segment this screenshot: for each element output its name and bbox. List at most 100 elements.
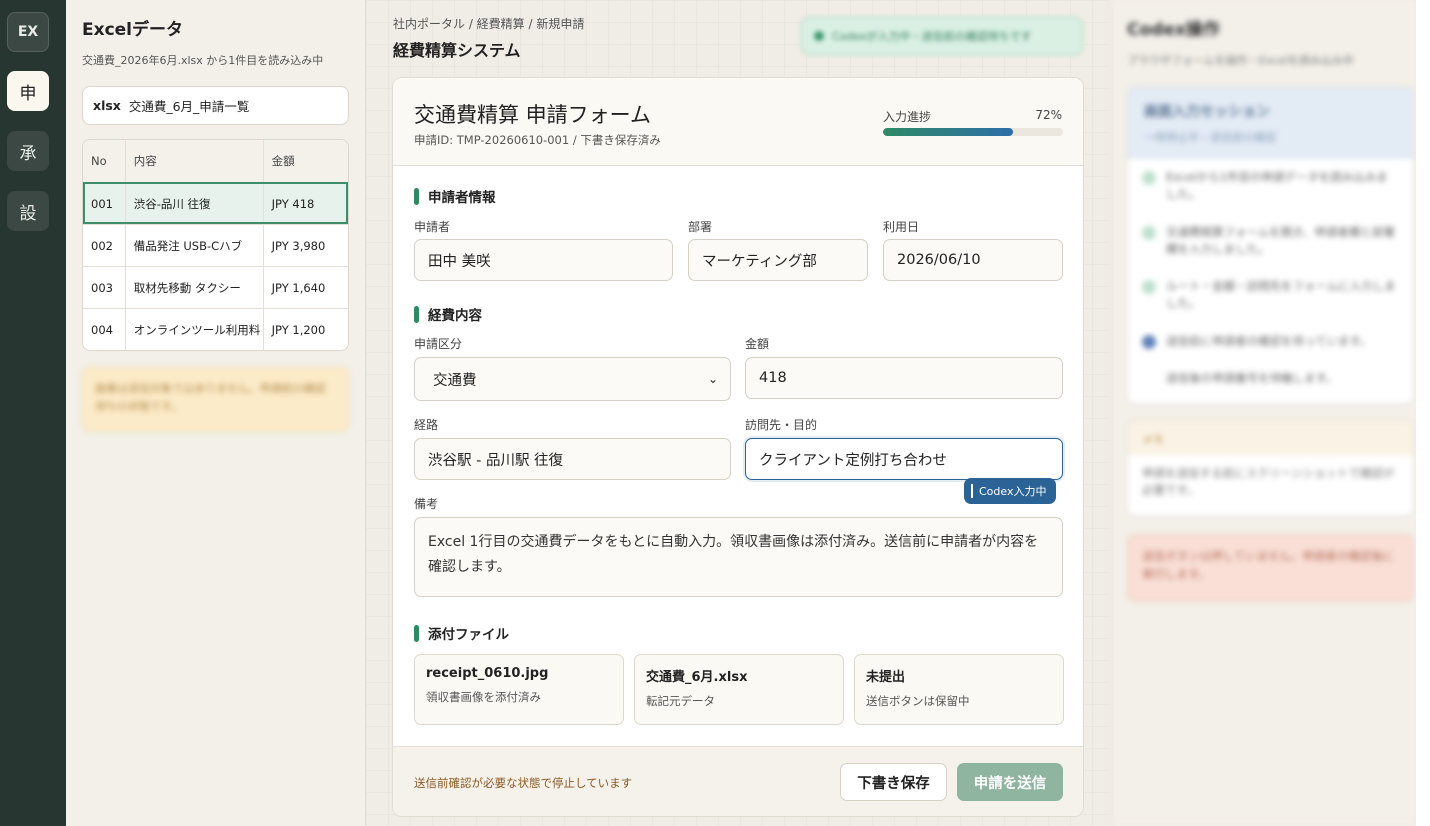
attachment-desc: 領収書画像を添付済み — [426, 690, 541, 704]
warning-card: 送信ボタンは押していません。申請者の確認後に実行します。 — [1127, 534, 1414, 602]
row-amount: JPY 418 — [262, 183, 348, 224]
category-label: 申請区分 — [414, 337, 463, 351]
column-header-content: 内容 — [124, 140, 263, 182]
progress-bar — [883, 128, 1063, 136]
save-draft-button[interactable]: 下書き保存 — [840, 763, 947, 801]
list-item: 送信前に申請者の確認を待っています。 — [1128, 323, 1413, 360]
row-content: 取材先移動 タクシー — [124, 267, 263, 308]
row-no: 004 — [91, 322, 113, 337]
file-ext-label: xlsx — [93, 98, 121, 113]
submit-button[interactable]: 申請を送信 — [957, 763, 1063, 801]
attachment-card[interactable]: 未提出 送信ボタンは保留中 — [854, 654, 1064, 725]
form-footer: 送信前確認が必要な状態で停止しています 下書き保存 申請を送信 — [393, 746, 1083, 816]
attachment-name: receipt_0610.jpg — [426, 666, 549, 681]
category-select-value: 交通費 — [433, 372, 477, 389]
applicant-label: 申請者 — [414, 220, 451, 234]
table-row[interactable]: 003 取材先移動 タクシー JPY 1,640 — [83, 266, 348, 308]
file-name-label: 交通費_6月_申請一覧 — [128, 99, 250, 114]
amount-label: 金額 — [745, 337, 770, 351]
rail-apply-button[interactable]: 申 — [7, 71, 49, 111]
section-title: 申請者情報 — [428, 190, 496, 206]
check-icon — [1142, 225, 1156, 240]
codex-typing-badge: Codex入力中 — [964, 478, 1057, 504]
step-text: 交通費精算フォームを開き、申請者欄と部署欄を入力しました。 — [1166, 224, 1395, 256]
footer-status-message: 送信前確認が必要な状態で停止しています — [414, 776, 633, 790]
step-text: 送信前に申請者の確認を待っています。 — [1166, 333, 1372, 348]
route-label: 経路 — [414, 418, 439, 432]
form-id-line: 申請ID: TMP-20260610-001 / 下書き保存済み — [414, 133, 661, 147]
row-amount: JPY 3,980 — [262, 225, 348, 266]
purpose-field[interactable]: クライアント定例打ち合わせ — [745, 438, 1063, 480]
remarks-label: 備考 — [414, 497, 439, 511]
date-field[interactable]: 2026/06/10 — [883, 239, 1063, 281]
section-title: 添付ファイル — [428, 627, 509, 643]
row-amount: JPY 1,640 — [262, 267, 348, 308]
department-field[interactable]: マーケティング部 — [688, 239, 868, 281]
check-icon — [1142, 171, 1156, 185]
amount-field[interactable]: 418 — [745, 357, 1063, 399]
progress-value: 72% — [1035, 108, 1062, 122]
attachment-name: 交通費_6月.xlsx — [646, 670, 748, 685]
status-dot-icon — [814, 31, 824, 41]
codex-panel: Codex操作 ブラウザフォームを操作・Excelを読み込み中 画面入力セッショ… — [1110, 0, 1416, 826]
table-row[interactable]: 002 備品発注 USB-Cハブ JPY 3,980 — [83, 224, 348, 266]
section-marker-icon — [414, 624, 419, 642]
list-item: Excelから1件目の申請データを読み込みました。 — [1128, 159, 1413, 214]
app-rail: EX 申 承 設 — [0, 0, 66, 826]
department-label: 部署 — [688, 220, 713, 234]
section-marker-icon — [414, 305, 419, 323]
date-label: 利用日 — [883, 220, 920, 234]
check-icon — [1142, 280, 1156, 294]
attachment-card[interactable]: receipt_0610.jpg 領収書画像を添付済み — [414, 654, 624, 725]
session-card-header: 画面入力セッション 一時停止中・送信前の確認 — [1128, 87, 1413, 159]
row-no: 002 — [91, 238, 113, 253]
row-no: 003 — [91, 280, 113, 295]
section-expense: 経費内容 — [414, 304, 482, 324]
codex-panel-title: Codex操作 — [1127, 20, 1220, 40]
table-row[interactable]: 001 渋谷-品川 往復 JPY 418 — [83, 182, 348, 224]
session-subtitle: 一時停止中・送信前の確認 — [1144, 131, 1276, 144]
list-item: 交通費精算フォームを開き、申請者欄と部署欄を入力しました。 — [1128, 214, 1413, 269]
rail-excel-button[interactable]: EX — [7, 12, 49, 52]
note-body: 申請を送信する前にスクリーンショットで確認が必要です。 — [1142, 466, 1395, 498]
pending-step-icon — [1142, 372, 1156, 386]
attachment-desc: 転記元データ — [646, 694, 715, 708]
note-header: メモ — [1128, 421, 1413, 455]
attachment-name: 未提出 — [866, 670, 906, 685]
progress-label: 入力進捗 — [883, 110, 932, 124]
status-toast: Codexが入力中・送信前の確認待ちです — [801, 17, 1083, 55]
section-attachments: 添付ファイル — [414, 623, 509, 643]
row-no: 001 — [91, 196, 113, 211]
excel-panel-subtitle: 交通費_2026年6月.xlsx から1件目を読み込み中 — [82, 54, 324, 67]
form-title: 交通費精算 申請フォーム — [414, 103, 652, 127]
excel-panel: Excelデータ 交通費_2026年6月.xlsx から1件目を読み込み中 xl… — [66, 0, 366, 826]
category-select[interactable]: 交通費 ⌄ — [414, 357, 731, 401]
attachment-card[interactable]: 交通費_6月.xlsx 転記元データ — [634, 654, 844, 725]
main-area: 社内ポータル / 経費精算 / 新規申請 経費精算システム Codexが入力中・… — [366, 0, 1110, 826]
step-text: 送信後の申請番号を待機します。 — [1166, 370, 1338, 385]
applicant-field[interactable]: 田中 美咲 — [414, 239, 673, 281]
column-header-amount: 金額 — [262, 140, 348, 182]
excel-panel-title: Excelデータ — [82, 20, 184, 40]
remarks-textarea[interactable]: Excel 1行目の交通費データをもとに自動入力。領収書画像は添付済み。送信前に… — [414, 517, 1063, 597]
expense-form-card: 交通費精算 申請フォーム 申請ID: TMP-20260610-001 / 下書… — [392, 77, 1084, 817]
row-amount: JPY 1,200 — [262, 309, 348, 350]
excel-note-box: 画像は送信対象ではありません。申請前の確認待ちの状態です。 — [82, 367, 349, 432]
session-title: 画面入力セッション — [1144, 104, 1270, 120]
section-marker-icon — [414, 187, 419, 205]
rail-approve-button[interactable]: 承 — [7, 131, 49, 171]
route-field[interactable]: 渋谷駅 - 品川駅 往復 — [414, 438, 731, 480]
window-edge — [1416, 0, 1430, 826]
codex-panel-subtitle: ブラウザフォームを操作・Excelを読み込み中 — [1127, 54, 1354, 67]
column-header-no: No — [91, 154, 107, 168]
status-toast-text: Codexが入力中・送信前の確認待ちです — [832, 30, 1032, 43]
breadcrumb: 社内ポータル / 経費精算 / 新規申請 — [393, 17, 585, 31]
row-content: 備品発注 USB-Cハブ — [124, 225, 263, 266]
table-row[interactable]: 004 オンラインツール利用料 JPY 1,200 — [83, 308, 348, 350]
session-card: 画面入力セッション 一時停止中・送信前の確認 Excelから1件目の申請データを… — [1127, 86, 1414, 404]
excel-table-header: No 内容 金額 — [83, 140, 348, 182]
note-card: メモ 申請を送信する前にスクリーンショットで確認が必要です。 — [1127, 420, 1414, 516]
rail-settings-button[interactable]: 設 — [7, 191, 49, 231]
form-header: 交通費精算 申請フォーム 申請ID: TMP-20260610-001 / 下書… — [393, 78, 1083, 166]
excel-file-selector[interactable]: xlsx 交通費_6月_申請一覧 — [82, 86, 349, 125]
